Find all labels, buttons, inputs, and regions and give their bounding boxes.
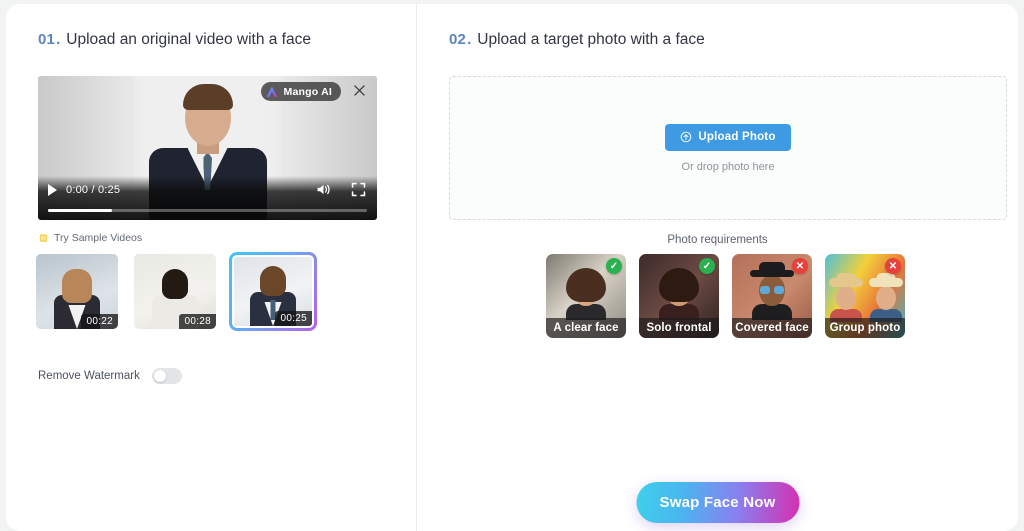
requirement-card-clear-face: ✓ A clear face [546,254,626,338]
step-1-number: 01 [38,31,56,48]
mango-ai-watermark-badge: Mango AI [260,82,341,101]
photo-requirements-list: ✓ A clear face ✓ Solo frontal ✕ Covered … [546,254,905,338]
step-1-dot: . [56,31,61,48]
close-glyph [353,84,365,96]
photo-requirements-title: Photo requirements [667,234,768,246]
step-1-heading: 01 . Upload an original video with a fac… [38,31,311,49]
step-1-title: Upload an original video with a face [66,31,311,48]
clear-face-photo [564,268,608,320]
check-icon: ✓ [606,258,622,274]
cross-icon: ✕ [885,258,901,274]
face-swap-card: 01 . Upload an original video with a fac… [6,4,1018,531]
requirement-label: A clear face [546,318,626,338]
requirement-card-solo-frontal: ✓ Solo frontal [639,254,719,338]
lightbulb-icon [39,233,48,242]
video-progress-fill [48,209,112,212]
cloud-upload-icon [681,131,692,143]
swap-face-now-label: Swap Face Now [659,494,776,511]
video-time-display: 0:00 / 0:25 [66,183,121,196]
video-player[interactable]: Mango AI 0:00 / 0:25 [38,76,377,220]
requirement-label: Covered face [732,318,812,338]
cross-icon: ✕ [792,258,808,274]
step-2-dot: . [467,31,472,48]
sample-video-item-2[interactable]: 00:28 [134,254,216,329]
mango-ai-watermark-label: Mango AI [283,85,332,98]
page-root: 01 . Upload an original video with a fac… [0,0,1024,531]
try-sample-videos-label: Try Sample Videos [38,232,142,244]
fullscreen-icon[interactable] [350,181,367,198]
sample-video-item-1[interactable]: 00:22 [36,254,118,329]
close-icon[interactable] [351,82,367,98]
remove-watermark-label: Remove Watermark [38,370,140,382]
video-controls-bar: 0:00 / 0:25 [38,176,377,220]
play-icon[interactable] [48,183,57,196]
right-column-upload-photo: 02 . Upload a target photo with a face U… [417,4,1018,531]
step-2-number: 02 [449,31,467,48]
mango-logo-icon [266,86,277,97]
sample-video-item-3[interactable]: 00:25 [229,252,317,331]
volume-icon[interactable] [315,181,332,198]
requirement-label: Solo frontal [639,318,719,338]
swap-face-now-button[interactable]: Swap Face Now [636,482,799,523]
step-2-heading: 02 . Upload a target photo with a face [449,31,705,49]
sample-video-duration: 00:28 [179,314,216,329]
covered-face-photo [750,262,794,320]
drop-photo-hint: Or drop photo here [681,160,775,173]
step-2-title: Upload a target photo with a face [477,31,705,48]
group-photo-figures [825,273,905,322]
sample-video-duration: 00:25 [275,311,312,326]
left-column-upload-video: 01 . Upload an original video with a fac… [6,4,416,531]
requirement-card-covered-face: ✕ Covered face [732,254,812,338]
sample-video-duration: 00:22 [81,314,118,329]
solo-frontal-photo [657,268,701,320]
requirement-label: Group photo [825,318,905,338]
photo-dropzone[interactable]: Upload Photo Or drop photo here [449,76,1007,220]
upload-photo-button-label: Upload Photo [698,131,776,143]
sample-video-list: 00:22 00:28 00:25 [36,252,317,331]
sunglasses-icon [760,286,784,294]
remove-watermark-row: Remove Watermark [38,368,182,384]
check-icon: ✓ [699,258,715,274]
video-progress-bar[interactable] [48,209,367,212]
upload-photo-button[interactable]: Upload Photo [665,123,791,151]
requirement-card-group-photo: ✕ Group photo [825,254,905,338]
remove-watermark-toggle[interactable] [151,368,182,384]
try-sample-videos-text: Try Sample Videos [54,232,143,244]
toggle-knob [153,370,166,382]
